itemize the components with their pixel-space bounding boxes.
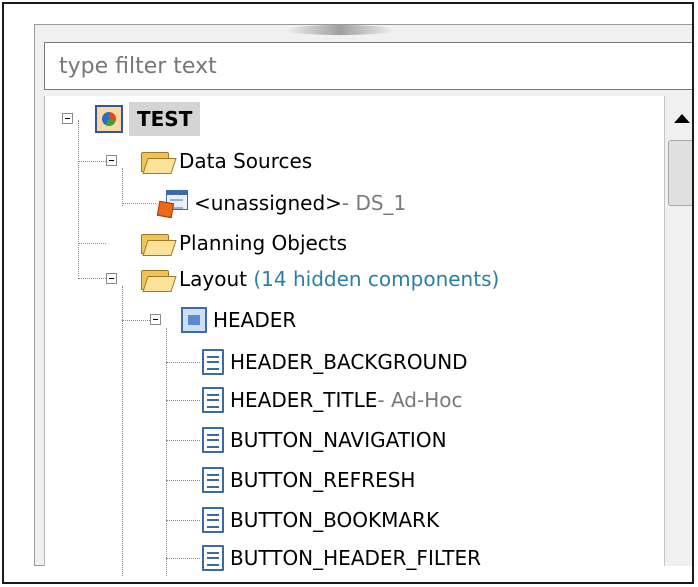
datasource-icon [156,190,188,219]
tree-node-label: Layout [179,267,247,291]
collapse-toggle-layout[interactable] [106,273,117,284]
tree-node-label: <unassigned> [194,191,342,215]
connector-child [166,480,200,481]
collapse-toggle-root[interactable] [62,113,73,124]
connector-child [166,400,200,401]
connector-layout [78,278,106,279]
tree-node-root[interactable]: TEST [95,102,201,136]
connector-planning [78,243,106,244]
tree-node-label: HEADER [213,308,297,332]
collapse-toggle-datasources[interactable] [106,155,117,166]
tree-guide-root [78,120,79,276]
text-component-icon [202,507,224,533]
tree-node-label: TEST [129,102,201,136]
tree-node-label: Data Sources [179,149,313,173]
text-component-icon [202,349,224,375]
panel-component-icon [181,307,207,333]
scrollbar-thumb[interactable] [668,140,692,206]
tree-node-label: Planning Objects [179,231,348,255]
connector-child [166,440,200,441]
tree-node-layout[interactable]: Layout (14 hidden components) [139,262,499,296]
tree-node-component[interactable]: BUTTON_BOOKMARK [202,503,439,537]
tree-node-component[interactable]: BUTTON_REFRESH [202,463,415,497]
connector-datasources [78,161,106,162]
text-component-icon [202,545,224,571]
tree-node-label: HEADER_BACKGROUND [230,350,468,374]
text-component-icon [202,387,224,413]
tree-guide-layout [122,286,123,576]
tree-node-data-sources[interactable]: Data Sources [139,144,312,178]
tree-node-header[interactable]: HEADER [181,303,296,337]
connector-unassigned [122,203,156,204]
tree-node-label: BUTTON_REFRESH [230,468,416,492]
tree-node-component[interactable]: HEADER_TITLE - Ad-Hoc [202,383,463,417]
text-component-icon [202,467,224,493]
outline-view: TEST Data Sources <unassigned> - DS_1 Pl… [2,2,694,584]
tree-node-label: BUTTON_NAVIGATION [230,428,447,452]
connector-child [166,520,200,521]
hidden-components-note: (14 hidden components) [253,267,500,291]
tree-node-component[interactable]: HEADER_BACKGROUND [202,345,468,379]
filter-box[interactable] [44,42,692,90]
tree-guide-header [166,328,167,576]
tab-shadow [285,25,395,35]
connector-child [166,362,200,363]
connector-child [166,558,200,559]
folder-open-icon [139,150,177,174]
tree-node-label: HEADER_TITLE [230,388,378,412]
datasource-alias: - DS_1 [341,191,407,215]
filter-input[interactable] [45,43,692,89]
tree-node-component[interactable]: BUTTON_NAVIGATION [202,423,447,457]
tree-guide-datasources [122,168,123,206]
tree-node-planning-objects[interactable]: Planning Objects [139,226,347,260]
tree-node-component[interactable]: BUTTON_HEADER_FILTER [202,541,481,575]
text-component-icon [202,427,224,453]
connector-header [122,320,150,321]
outline-tree[interactable]: TEST Data Sources <unassigned> - DS_1 Pl… [44,96,665,576]
collapse-toggle-header[interactable] [150,314,161,325]
tree-node-label: BUTTON_BOOKMARK [230,508,440,532]
vertical-scrollbar[interactable] [664,96,692,566]
tree-node-datasource[interactable]: <unassigned> - DS_1 [156,186,407,220]
folder-open-icon [139,232,177,256]
application-icon [95,105,123,133]
component-alias: - Ad-Hoc [377,388,463,412]
folder-open-icon [139,268,177,292]
scroll-up-arrow-icon[interactable] [667,100,692,136]
tree-node-label: BUTTON_HEADER_FILTER [230,546,481,570]
